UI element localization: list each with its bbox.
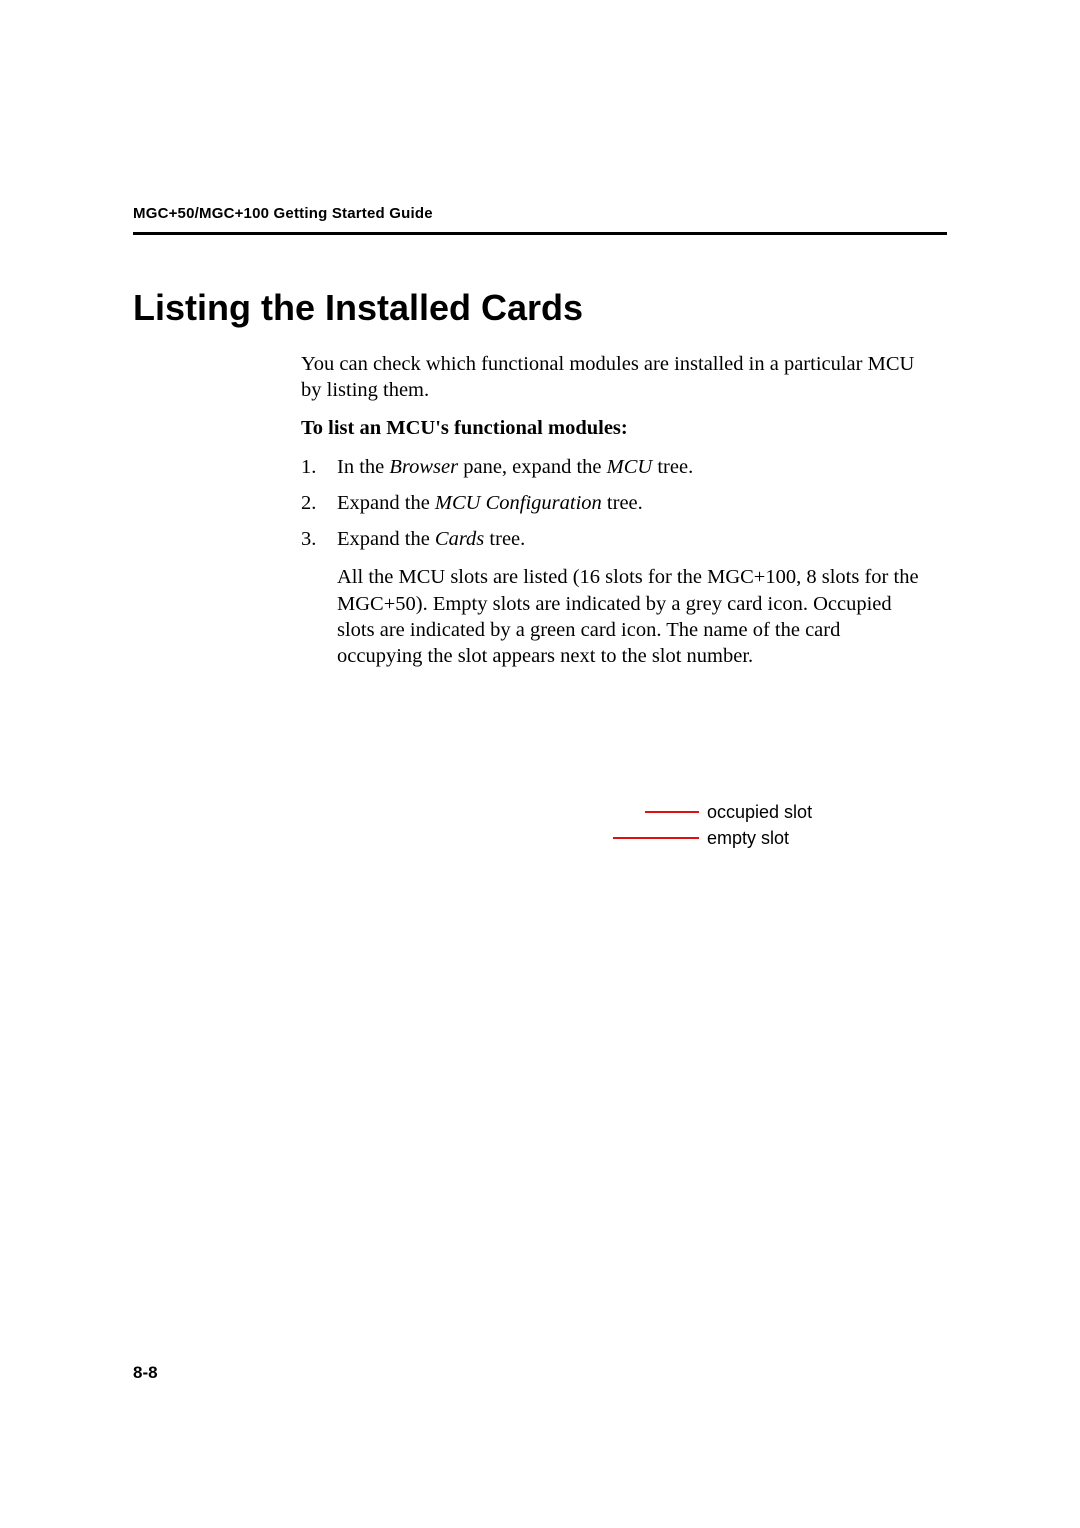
step-1-text-a: In the	[337, 456, 389, 478]
legend-empty: empty slot	[613, 825, 921, 851]
intro-paragraph: You can check which functional modules a…	[301, 351, 921, 403]
step-2-text-a: Expand the	[337, 492, 435, 514]
header-rule	[133, 232, 947, 235]
step-3-text-b: tree.	[484, 528, 525, 550]
step-3-followup: All the MCU slots are listed (16 slots f…	[337, 564, 921, 669]
legend-occupied: occupied slot	[613, 799, 921, 825]
step-1: In the Browser pane, expand the MCU tree…	[301, 454, 921, 480]
legend-empty-label: empty slot	[707, 825, 789, 851]
legend-line-empty	[613, 837, 699, 839]
task-label: To list an MCU's functional modules:	[301, 415, 921, 441]
step-3-italic-1: Cards	[435, 528, 484, 550]
slot-legend: occupied slot empty slot	[613, 799, 921, 851]
step-3: Expand the Cards tree. All the MCU slots…	[301, 526, 921, 669]
step-2-text-b: tree.	[602, 492, 643, 514]
steps-list: In the Browser pane, expand the MCU tree…	[301, 454, 921, 670]
step-2-italic-1: MCU Configuration	[435, 492, 602, 514]
section-title: Listing the Installed Cards	[133, 287, 947, 329]
step-1-text-c: tree.	[652, 456, 693, 478]
step-1-italic-1: Browser	[389, 456, 458, 478]
legend-line-occupied	[645, 811, 699, 813]
legend-occupied-label: occupied slot	[707, 799, 812, 825]
page: MGC+50/MGC+100 Getting Started Guide Lis…	[0, 0, 1080, 1528]
page-number: 8-8	[133, 1363, 158, 1383]
step-2: Expand the MCU Configuration tree.	[301, 490, 921, 516]
step-1-italic-2: MCU	[607, 456, 653, 478]
step-1-text-b: pane, expand the	[458, 456, 607, 478]
body: You can check which functional modules a…	[301, 351, 921, 852]
step-3-text-a: Expand the	[337, 528, 435, 550]
running-head: MGC+50/MGC+100 Getting Started Guide	[133, 205, 947, 232]
